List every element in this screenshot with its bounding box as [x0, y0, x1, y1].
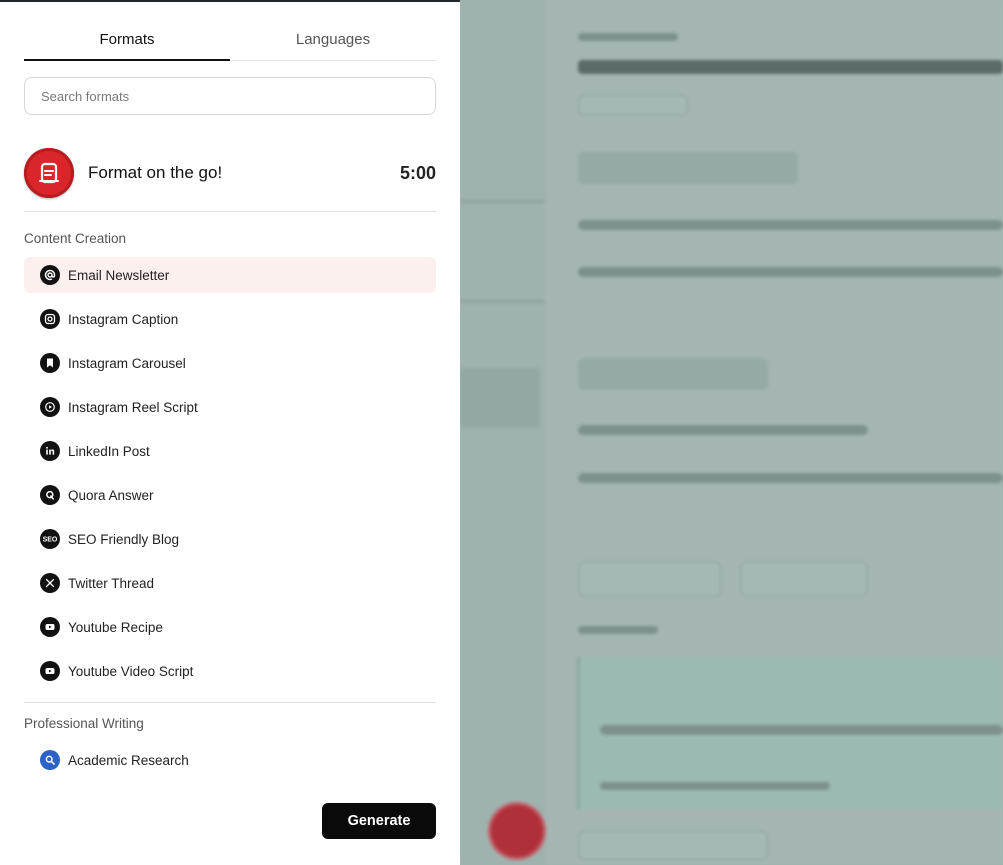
- divider: [24, 702, 436, 703]
- svg-text:SEO: SEO: [43, 537, 58, 544]
- linkedin-icon: [40, 441, 60, 461]
- format-item-email-newsletter[interactable]: Email Newsletter: [24, 257, 436, 293]
- bookmark-icon: [40, 353, 60, 373]
- on-the-go-title: Format on the go!: [88, 163, 223, 182]
- section-content-creation: Content Creation: [24, 231, 127, 246]
- format-item-linkedin-post[interactable]: LinkedIn Post: [24, 433, 436, 469]
- format-item-label: Instagram Caption: [68, 311, 179, 327]
- seo-icon: SEO: [40, 529, 60, 549]
- on-the-go-time: 5:00: [399, 162, 436, 183]
- format-item-youtube-video-script[interactable]: Youtube Video Script: [24, 653, 436, 689]
- quora-icon: [40, 485, 60, 505]
- section-professional-writing: Professional Writing: [24, 716, 144, 731]
- format-item-seo-friendly-blog[interactable]: SEO SEO Friendly Blog: [24, 521, 436, 557]
- format-item-quora-answer[interactable]: Quora Answer: [24, 477, 436, 513]
- tab-formats[interactable]: Formats: [24, 18, 230, 61]
- youtube-icon: [40, 661, 60, 681]
- format-item-instagram-reel-script[interactable]: Instagram Reel Script: [24, 389, 436, 425]
- recorder-logo-icon: [24, 148, 74, 198]
- format-item-label: LinkedIn Post: [68, 443, 150, 459]
- format-item-label: Quora Answer: [68, 487, 154, 503]
- format-item-label: Instagram Carousel: [68, 355, 186, 371]
- search-input[interactable]: [24, 77, 436, 115]
- youtube-icon: [40, 617, 60, 637]
- instagram-icon: [40, 309, 60, 329]
- format-item-youtube-recipe[interactable]: Youtube Recipe: [24, 609, 436, 645]
- format-item-instagram-caption[interactable]: Instagram Caption: [24, 301, 436, 337]
- format-item-label: Twitter Thread: [68, 575, 155, 591]
- generate-button[interactable]: Generate: [322, 803, 436, 839]
- format-item-label: Youtube Recipe: [68, 619, 163, 635]
- format-item-label: Instagram Reel Script: [68, 399, 198, 415]
- reel-icon: [40, 397, 60, 417]
- tab-bar: Formats Languages: [24, 18, 436, 61]
- format-item-label: Email Newsletter: [68, 267, 170, 283]
- x-icon: [40, 573, 60, 593]
- tab-languages[interactable]: Languages: [230, 18, 436, 60]
- format-item-academic-research[interactable]: Academic Research: [24, 742, 436, 778]
- format-item-label: Youtube Video Script: [68, 663, 194, 679]
- format-on-the-go[interactable]: Format on the go! 5:00: [24, 147, 436, 199]
- format-item-twitter-thread[interactable]: Twitter Thread: [24, 565, 436, 601]
- format-item-label: Academic Research: [68, 752, 189, 768]
- search-icon: [40, 750, 60, 770]
- format-item-label: SEO Friendly Blog: [68, 531, 180, 547]
- format-item-instagram-carousel[interactable]: Instagram Carousel: [24, 345, 436, 381]
- at-icon: [40, 265, 60, 285]
- format-panel: Formats Languages Format on the go! 5:00…: [0, 0, 460, 865]
- divider: [24, 211, 436, 212]
